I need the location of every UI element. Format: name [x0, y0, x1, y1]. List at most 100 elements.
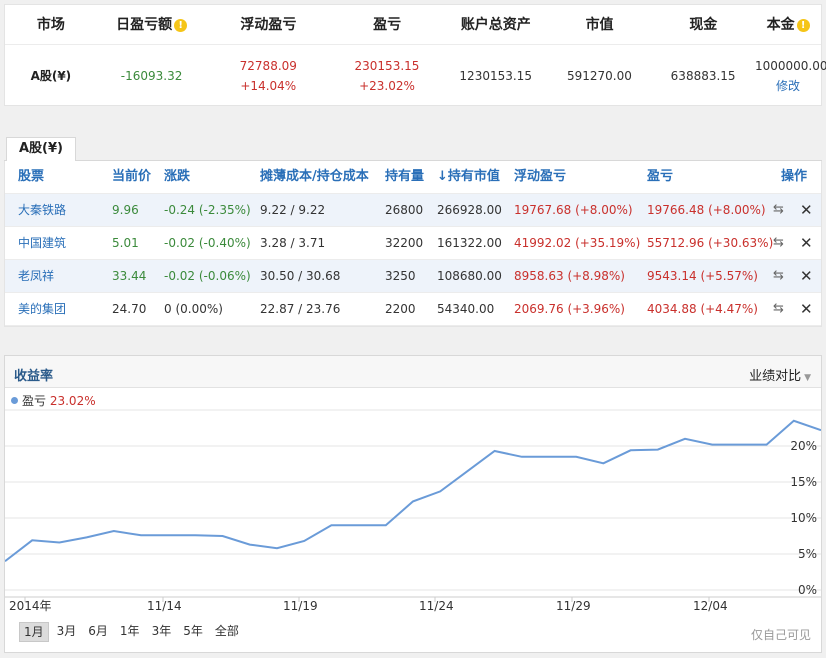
sort-down-icon: ↓ [437, 169, 448, 184]
total-pl: 55712.96 (+30.63%) [647, 236, 774, 250]
current-price: 5.01 [112, 236, 139, 250]
x-tick-label: 11/14 [147, 599, 182, 613]
holding-value: 108680.00 [437, 269, 502, 283]
stock-name-link[interactable]: 美的集团 [18, 293, 66, 325]
swap-icon[interactable]: ⇆ [773, 293, 784, 325]
header-market: 市场 [36, 17, 65, 33]
holding-quantity: 3250 [385, 269, 416, 283]
close-icon[interactable]: ✕ [800, 194, 813, 226]
range-option[interactable]: 3年 [148, 622, 176, 642]
cost-basis: 9.22 / 9.22 [260, 203, 326, 217]
holding-quantity: 2200 [385, 302, 416, 316]
range-option[interactable]: 3月 [53, 622, 81, 642]
close-icon[interactable]: ✕ [800, 293, 813, 325]
market-name: A股(¥) [30, 69, 72, 83]
cash-value: 638883.15 [670, 69, 736, 83]
range-option[interactable]: 6月 [84, 622, 112, 642]
header-pl: 盈亏 [373, 17, 402, 33]
col-qty[interactable]: 持有量 [385, 161, 424, 193]
cost-basis: 30.50 / 30.68 [260, 269, 341, 283]
pl-pct: +23.02% [359, 79, 415, 93]
table-row: 中国建筑 5.01 -0.02 (-0.40%) 3.28 / 3.71 32200 16… [5, 227, 821, 260]
close-icon[interactable]: ✕ [800, 227, 813, 259]
range-option[interactable]: 全部 [211, 622, 243, 642]
current-price: 24.70 [112, 302, 147, 316]
summary-row: A股(¥) -16093.32 72788.09 +14.04% 230153.… [5, 45, 826, 107]
total-pl: 9543.14 (+5.57%) [647, 269, 758, 283]
holdings-header: 股票 当前价 涨跌 摊薄成本/持仓成本 持有量 ↓持有市值 浮动盈亏 盈亏 操作 [5, 161, 821, 194]
col-floating[interactable]: 浮动盈亏 [514, 161, 566, 193]
market-value-value: 591270.00 [566, 69, 632, 83]
total-assets-value: 1230153.15 [459, 69, 532, 83]
holding-value: 54340.00 [437, 302, 495, 316]
range-option[interactable]: 5年 [179, 622, 207, 642]
col-change[interactable]: 涨跌 [164, 161, 190, 193]
col-actions: 操作 [781, 169, 808, 184]
pl-cell: 230153.15 +23.02% [330, 45, 444, 107]
swap-icon[interactable]: ⇆ [773, 227, 784, 259]
x-tick-label: 11/24 [419, 599, 454, 613]
stock-name-link[interactable]: 大秦铁路 [18, 194, 66, 226]
floating-pl: 8958.63 (+8.98%) [514, 269, 625, 283]
account-summary: 市场 日盈亏额! 浮动盈亏 盈亏 账户总资产 市值 现金 本金! A股(¥) -… [4, 4, 826, 107]
y-tick-label: 15% [790, 475, 817, 489]
y-tick-label: 20% [790, 439, 817, 453]
swap-icon[interactable]: ⇆ [773, 260, 784, 292]
table-row: 老凤祥 33.44 -0.02 (-0.06%) 30.50 / 30.68 3250 1… [5, 260, 821, 293]
header-market-value: 市值 [585, 17, 614, 33]
x-tick-label: 2014年 [9, 599, 52, 613]
price-change: -0.24 (-2.35%) [164, 203, 251, 217]
floating-pl-pct: +14.04% [240, 79, 297, 93]
header-principal-label: 本金 [766, 17, 795, 33]
visibility-note: 仅自己可见 [750, 628, 811, 642]
price-change: 0 (0.00%) [164, 302, 223, 316]
current-price: 33.44 [112, 269, 147, 283]
holdings-table: 股票 当前价 涨跌 摊薄成本/持仓成本 持有量 ↓持有市值 浮动盈亏 盈亏 操作… [4, 161, 822, 327]
swap-icon[interactable]: ⇆ [773, 194, 784, 226]
series-line [5, 419, 821, 562]
y-tick-label: 10% [790, 511, 817, 525]
price-change: -0.02 (-0.06%) [164, 269, 251, 283]
cost-basis: 3.28 / 3.71 [260, 236, 326, 250]
y-tick-label: 5% [798, 547, 817, 561]
holding-quantity: 26800 [385, 203, 424, 217]
floating-pl-value: 72788.09 [239, 59, 297, 73]
col-value[interactable]: ↓持有市值 [437, 161, 500, 193]
col-price[interactable]: 当前价 [112, 161, 151, 193]
close-icon[interactable]: ✕ [800, 260, 813, 292]
range-selector: 1月 3月 6月 1年 3年 5年 全部 [19, 622, 243, 642]
floating-pl: 2069.76 (+3.96%) [514, 302, 625, 316]
header-total-assets: 账户总资产 [460, 17, 531, 33]
price-change: -0.02 (-0.40%) [164, 236, 251, 250]
floating-pl-cell: 72788.09 +14.04% [206, 45, 330, 107]
col-pl[interactable]: 盈亏 [647, 161, 673, 193]
col-stock[interactable]: 股票 [18, 161, 44, 193]
header-daily-pl-label: 日盈亏额 [116, 17, 173, 33]
daily-pl-value: -16093.32 [120, 69, 183, 83]
header-cash: 现金 [689, 17, 718, 33]
total-pl: 19766.48 (+8.00%) [647, 203, 766, 217]
holding-value: 266928.00 [437, 203, 502, 217]
return-line-chart: 0% 5% 10% 15% 20% 2014年 11/14 11/19 11/24 11/29 12… [5, 409, 821, 613]
current-price: 9.96 [112, 203, 139, 217]
tab-a-share[interactable]: A股(¥) [6, 137, 76, 162]
stock-name-link[interactable]: 中国建筑 [18, 227, 66, 259]
table-row: 大秦铁路 9.96 -0.24 (-2.35%) 9.22 / 9.22 26800 26… [5, 194, 821, 227]
holding-quantity: 32200 [385, 236, 424, 250]
info-icon[interactable]: ! [174, 19, 188, 32]
floating-pl: 19767.68 (+8.00%) [514, 203, 633, 217]
pl-value: 230153.15 [354, 59, 420, 73]
y-tick-label: 0% [798, 583, 817, 597]
principal-value: 1000000.00 [754, 59, 826, 73]
info-icon[interactable]: ! [796, 19, 810, 32]
holding-value: 161322.00 [437, 236, 502, 250]
range-option[interactable]: 1年 [116, 622, 144, 642]
col-cost[interactable]: 摊薄成本/持仓成本 [260, 161, 369, 193]
floating-pl: 41992.02 (+35.19%) [514, 236, 641, 250]
header-floating-pl: 浮动盈亏 [240, 17, 297, 33]
range-option[interactable]: 1月 [19, 622, 49, 642]
stock-name-link[interactable]: 老凤祥 [18, 260, 54, 292]
principal-cell: 1000000.00 修改 [754, 45, 826, 107]
edit-principal-link[interactable]: 修改 [755, 76, 821, 96]
summary-header: 市场 日盈亏额! 浮动盈亏 盈亏 账户总资产 市值 现金 本金! [5, 5, 821, 45]
